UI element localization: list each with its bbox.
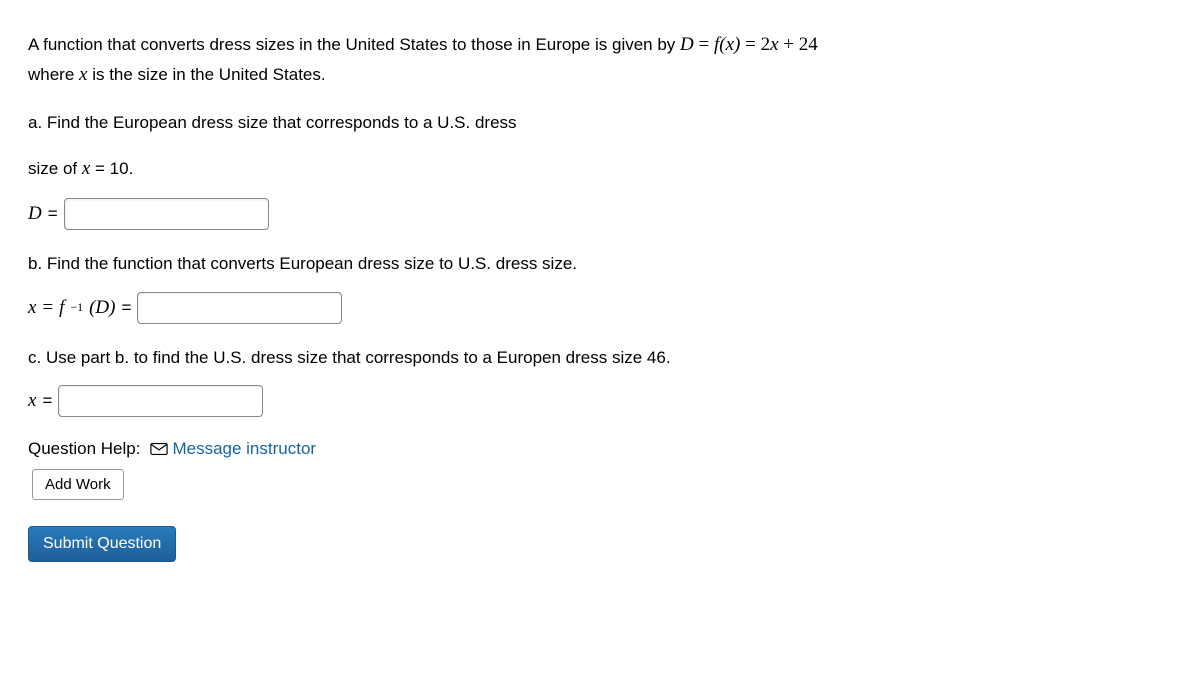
part-a-input-row: D = [28,198,1172,230]
add-work-button[interactable]: Add Work [32,469,124,500]
part-a-eq: = [48,204,58,224]
part-c-eq: = [42,391,52,411]
question-intro: A function that converts dress sizes in … [28,30,1172,91]
part-c-input-row: x = [28,385,1172,417]
intro-text-2a: where [28,65,79,84]
part-b-answer-input[interactable] [137,292,342,324]
formula-D: D [680,34,694,55]
formula-fx: f(x) [714,34,740,55]
intro-text-2b: is the size in the United States. [87,65,325,84]
part-a-D-label: D [28,203,42,225]
part-b-prompt: b. Find the function that converts Europ… [28,250,1172,277]
formula-eq1: = [694,34,714,55]
part-b-input-row: x = f −1 (D) = [28,292,1172,324]
part-b-eq2: = [121,298,131,318]
part-b-D-label: (D) [89,297,115,319]
part-c-prompt: c. Use part b. to find the U.S. dress si… [28,344,1172,371]
part-b-f-label: f [59,297,64,319]
message-instructor-link[interactable]: Message instructor [150,439,316,459]
intro-text-1: A function that converts dress sizes in … [28,35,680,54]
question-help-row: Question Help: Message instructor [28,439,1172,459]
help-label: Question Help: [28,439,140,459]
part-b-x-label: x [28,297,36,319]
part-a-prompt: a. Find the European dress size that cor… [28,109,1172,136]
message-instructor-text: Message instructor [172,439,316,459]
part-c-answer-input[interactable] [58,385,263,417]
mail-icon [150,439,168,459]
part-b-eq1: = [42,297,53,319]
formula-rhs: 2x + 24 [761,34,818,55]
formula-eq2: = [740,34,760,55]
part-c-x-label: x [28,390,36,412]
submit-question-button[interactable]: Submit Question [28,526,176,562]
part-a-answer-input[interactable] [64,198,269,230]
part-b-exp: −1 [70,300,83,315]
part-a-size: size of x = 10. [28,154,1172,184]
